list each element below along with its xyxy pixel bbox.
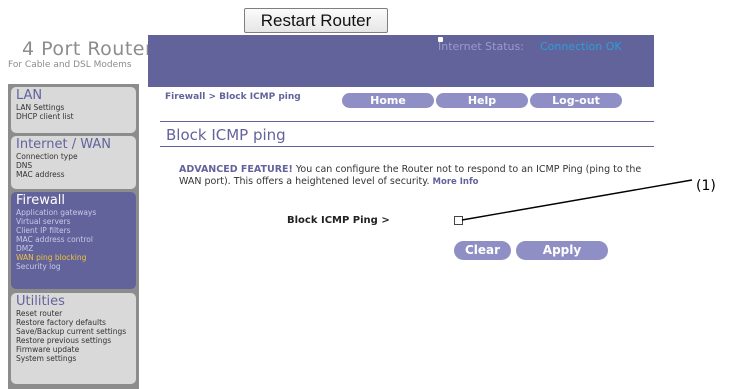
- callout-label: (1): [696, 178, 716, 194]
- callout-line: [461, 179, 693, 221]
